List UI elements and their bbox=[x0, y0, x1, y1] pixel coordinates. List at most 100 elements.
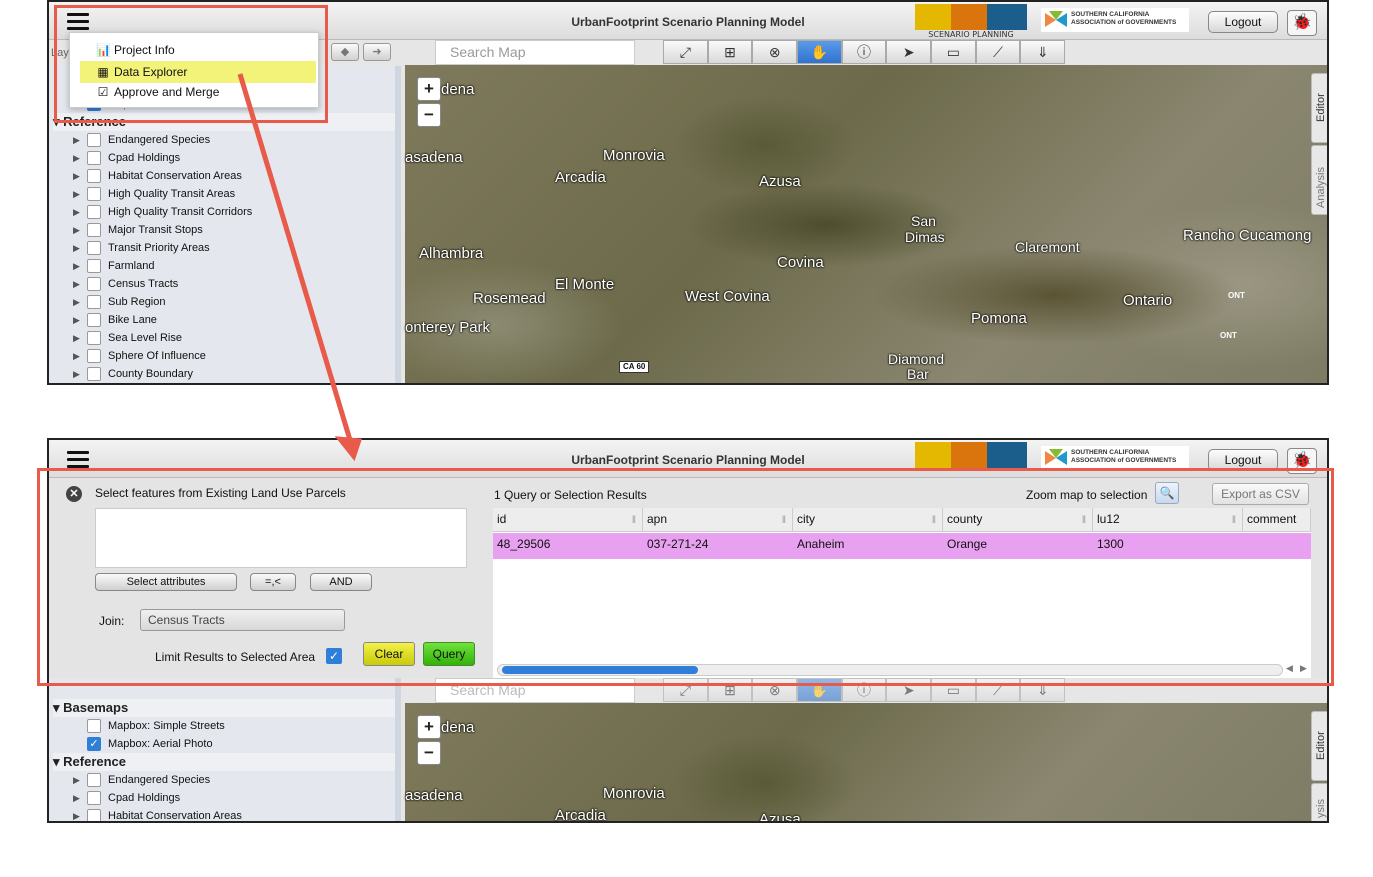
map-toolbar: ⤢ ⊞ ⊗ ✋ ⓘ ➤ ▭ ⟋ ⇓ bbox=[663, 40, 1066, 64]
pointer-icon[interactable]: ➤ bbox=[886, 40, 932, 64]
checkbox[interactable] bbox=[87, 295, 101, 309]
checkbox[interactable] bbox=[87, 331, 101, 345]
reference-layer-item[interactable]: ▶ Endangered Species bbox=[53, 771, 397, 789]
reference-layer-item[interactable]: ▶ Transit Priority Areas bbox=[53, 239, 397, 257]
basemap-item[interactable]: Mapbox: Simple Streets bbox=[53, 717, 397, 735]
expand-arrow-icon[interactable]: ▶ bbox=[73, 771, 80, 789]
basemap-item[interactable]: ✓ Mapbox: Aerial Photo bbox=[53, 735, 397, 753]
map-search-input[interactable]: Search Map bbox=[435, 40, 635, 65]
scenario-planning-logo: SCENARIO PLANNING MODEL bbox=[915, 4, 1027, 48]
reference-layer-item[interactable]: ▶ High Quality Transit Corridors bbox=[53, 203, 397, 221]
map-label: Azusa bbox=[759, 173, 801, 190]
expand-arrow-icon[interactable]: ▶ bbox=[73, 347, 80, 365]
checkbox[interactable] bbox=[87, 277, 101, 291]
checkbox[interactable] bbox=[87, 151, 101, 165]
map-label: Monrovia bbox=[603, 147, 665, 164]
map-label: El Monte bbox=[555, 276, 615, 293]
expand-arrow-icon[interactable]: ▶ bbox=[73, 185, 80, 203]
sidebar-scrollbar[interactable] bbox=[395, 678, 401, 821]
reference-layer-item[interactable]: ▶ Sea Level Rise bbox=[53, 329, 397, 347]
expand-arrow-icon[interactable]: ▶ bbox=[73, 275, 80, 293]
map-label: Arcadia bbox=[555, 807, 606, 823]
analysis-tab[interactable]: ysis bbox=[1311, 783, 1327, 821]
sidebar-scrollbar[interactable] bbox=[395, 66, 401, 383]
checkbox[interactable] bbox=[87, 809, 101, 821]
airport-label: ONT bbox=[1228, 291, 1245, 300]
expand-arrow-icon[interactable]: ▶ bbox=[73, 257, 80, 275]
export-icon[interactable]: ⇓ bbox=[1020, 40, 1066, 64]
checkbox[interactable] bbox=[87, 205, 101, 219]
zoom-out-button[interactable]: − bbox=[417, 741, 441, 765]
zoom-out-button[interactable]: − bbox=[417, 103, 441, 127]
checkbox[interactable] bbox=[87, 187, 101, 201]
map-label: Arcadia bbox=[555, 169, 606, 186]
expand-arrow-icon[interactable]: ▶ bbox=[73, 167, 80, 185]
expand-arrow-icon[interactable]: ▶ bbox=[73, 293, 80, 311]
editor-tab[interactable]: Editor bbox=[1311, 711, 1327, 781]
expand-arrow-icon[interactable]: ▶ bbox=[73, 221, 80, 239]
expand-arrow-icon[interactable]: ▶ bbox=[73, 789, 80, 807]
reference-layer-item[interactable]: ▶ Habitat Conservation Areas bbox=[53, 807, 397, 821]
map-canvas[interactable]: + − dena Monrovia asadena Arcadia Azusa … bbox=[405, 703, 1327, 821]
expand-arrow-icon[interactable]: ▶ bbox=[73, 131, 80, 149]
reference-layer-item[interactable]: ▶ Bike Lane bbox=[53, 311, 397, 329]
bug-icon[interactable]: 🐞 bbox=[1287, 10, 1317, 36]
checkbox[interactable] bbox=[87, 241, 101, 255]
expand-arrow-icon[interactable]: ▶ bbox=[73, 311, 80, 329]
scag-logo: SOUTHERN CALIFORNIA ASSOCIATION of GOVERN… bbox=[1041, 8, 1189, 32]
analysis-tab[interactable]: Analysis bbox=[1311, 145, 1327, 215]
reference-layer-item[interactable]: ▶ County Boundary bbox=[53, 365, 397, 383]
reference-layer-item[interactable]: ▶ Cpad Holdings bbox=[53, 149, 397, 167]
expand-arrow-icon[interactable]: ▶ bbox=[73, 149, 80, 167]
basemaps-group[interactable]: ▾ Basemaps bbox=[53, 699, 397, 717]
expand-arrow-icon[interactable]: ▶ bbox=[73, 365, 80, 383]
checkbox[interactable] bbox=[87, 719, 101, 733]
layers-icon[interactable]: ◆ bbox=[331, 43, 359, 61]
zoom-box-icon[interactable]: ⊞ bbox=[707, 40, 753, 64]
reference-layer-item[interactable]: ▶ Farmland bbox=[53, 257, 397, 275]
checkbox[interactable] bbox=[87, 367, 101, 381]
reference-layer-item[interactable]: ▶ Cpad Holdings bbox=[53, 789, 397, 807]
pan-hand-icon[interactable]: ✋ bbox=[797, 40, 842, 64]
zoom-in-button[interactable]: + bbox=[417, 77, 441, 101]
map-label: San bbox=[911, 213, 936, 229]
checkbox[interactable] bbox=[87, 349, 101, 363]
highway-shield: CA 60 bbox=[619, 361, 650, 373]
checkbox[interactable] bbox=[87, 133, 101, 147]
expand-arrow-icon[interactable]: ▶ bbox=[73, 329, 80, 347]
annotation-box-menu bbox=[54, 5, 328, 123]
expand-arrow-icon[interactable]: ▶ bbox=[73, 203, 80, 221]
map-label: Rosemead bbox=[473, 290, 546, 307]
airport-label: ONT bbox=[1220, 331, 1237, 340]
clear-icon[interactable]: ⊗ bbox=[752, 40, 798, 64]
map-canvas[interactable]: + − dena Monrovia asadena Arcadia Azusa … bbox=[405, 65, 1327, 383]
checkbox[interactable]: ✓ bbox=[87, 737, 101, 751]
polygon-select-icon[interactable]: ⟋ bbox=[975, 40, 1021, 64]
expand-arrow-icon[interactable]: ▶ bbox=[73, 239, 80, 257]
reference-layer-item[interactable]: ▶ Sub Region bbox=[53, 293, 397, 311]
checkbox[interactable] bbox=[87, 259, 101, 273]
rect-select-icon[interactable]: ▭ bbox=[931, 40, 976, 64]
logout-button[interactable]: Logout bbox=[1208, 11, 1278, 33]
map-label: Diamond bbox=[888, 351, 945, 367]
reference-layer-item[interactable]: ▶ Habitat Conservation Areas bbox=[53, 167, 397, 185]
reference-layer-item[interactable]: ▶ Sphere Of Influence bbox=[53, 347, 397, 365]
checkbox[interactable] bbox=[87, 791, 101, 805]
expand-icon[interactable]: ⤢ bbox=[663, 40, 708, 64]
map-label: dena bbox=[441, 81, 475, 98]
arrow-right-icon[interactable]: ➜ bbox=[363, 43, 391, 61]
reference-group[interactable]: ▾ Reference bbox=[53, 753, 397, 771]
zoom-in-button[interactable]: + bbox=[417, 715, 441, 739]
checkbox[interactable] bbox=[87, 223, 101, 237]
map-label: Claremont bbox=[1015, 239, 1080, 255]
checkbox[interactable] bbox=[87, 773, 101, 787]
reference-layer-item[interactable]: ▶ High Quality Transit Areas bbox=[53, 185, 397, 203]
reference-layer-item[interactable]: ▶ Major Transit Stops bbox=[53, 221, 397, 239]
info-icon[interactable]: ⓘ bbox=[841, 40, 887, 64]
reference-layer-item[interactable]: ▶ Endangered Species bbox=[53, 131, 397, 149]
checkbox[interactable] bbox=[87, 313, 101, 327]
reference-layer-item[interactable]: ▶ Census Tracts bbox=[53, 275, 397, 293]
editor-tab[interactable]: Editor bbox=[1311, 73, 1327, 143]
checkbox[interactable] bbox=[87, 169, 101, 183]
expand-arrow-icon[interactable]: ▶ bbox=[73, 807, 80, 821]
